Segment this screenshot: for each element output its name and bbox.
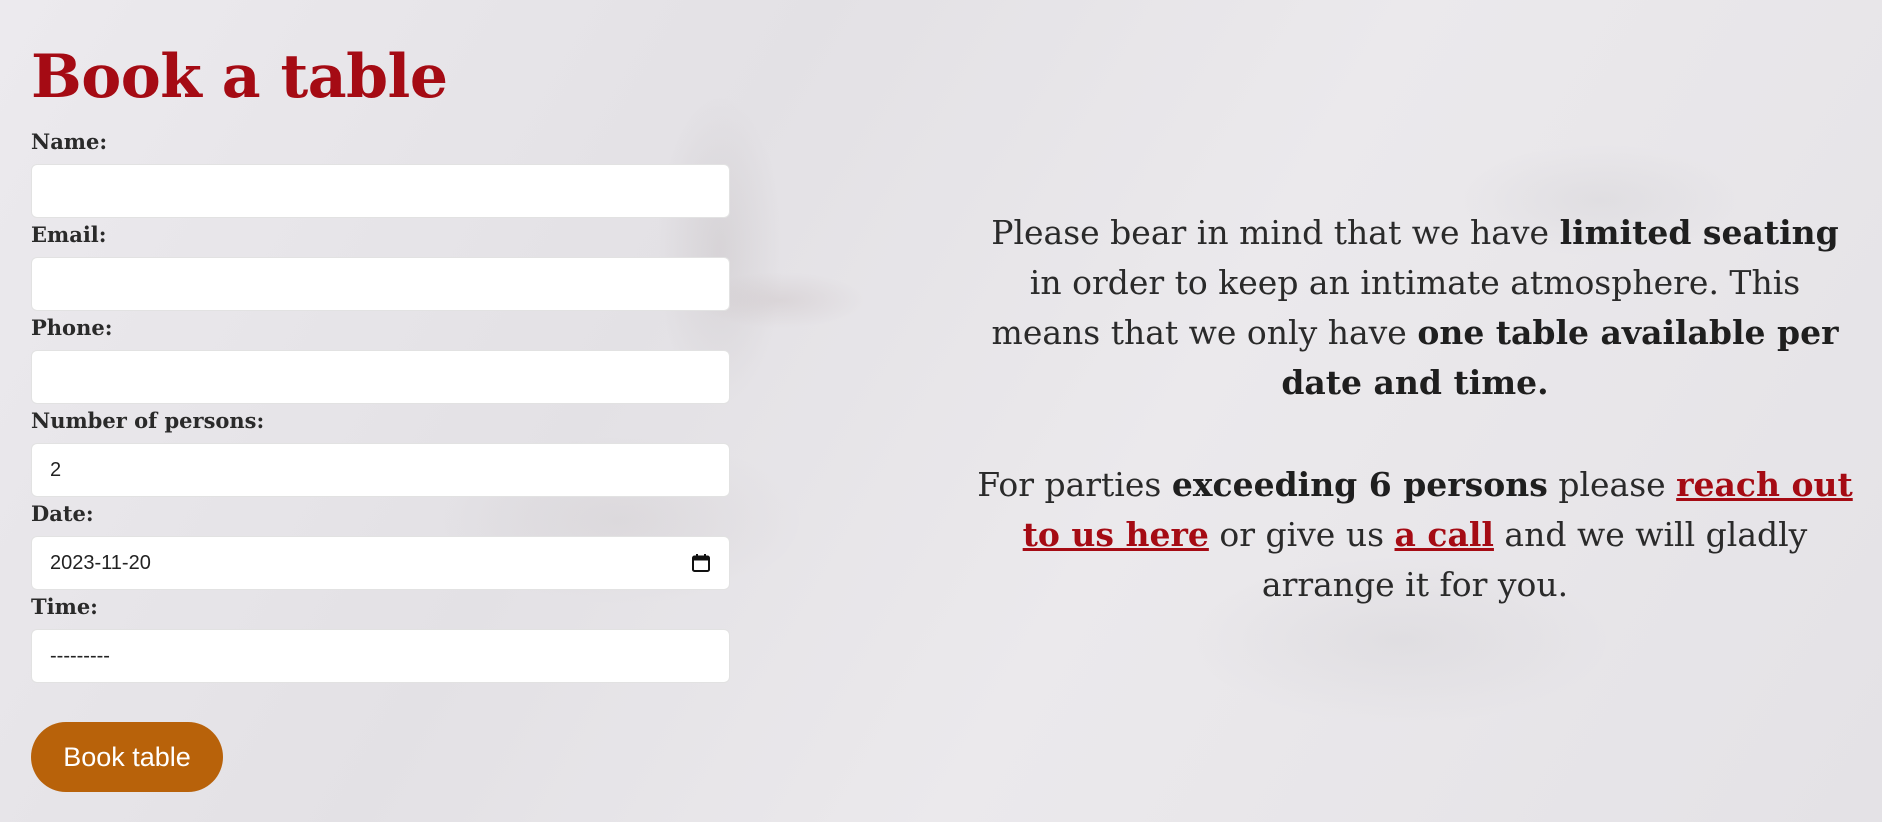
- time-label: Time:: [31, 594, 98, 619]
- phone-label: Phone:: [31, 315, 113, 340]
- email-label: Email:: [31, 222, 107, 247]
- persons-field-group: Number of persons: 2: [31, 407, 730, 497]
- page-title: Book a table: [31, 42, 448, 112]
- party-text-1: For parties: [977, 465, 1172, 504]
- seating-text-1: Please bear in mind that we have: [991, 213, 1560, 252]
- seating-notice: Please bear in mind that we have limited…: [975, 208, 1855, 408]
- call-link[interactable]: a call: [1395, 515, 1494, 554]
- seating-emphasis-1: limited seating: [1559, 213, 1839, 252]
- persons-label: Number of persons:: [31, 408, 265, 433]
- time-value: ---------: [50, 644, 110, 667]
- date-field-group: Date: 2023-11-20: [31, 500, 730, 590]
- time-field-group: Time: ---------: [31, 593, 730, 683]
- party-emphasis: exceeding 6 persons: [1171, 465, 1548, 504]
- email-field-group: Email:: [31, 221, 730, 311]
- persons-value: 2: [50, 458, 62, 481]
- calendar-icon[interactable]: [691, 553, 711, 573]
- party-text-3: or give us: [1208, 515, 1395, 554]
- party-text-2: please: [1547, 465, 1677, 504]
- booking-form: Name: Email: Phone: Number of persons: 2…: [31, 128, 730, 686]
- time-select[interactable]: ---------: [31, 629, 730, 683]
- persons-input[interactable]: 2: [31, 443, 730, 497]
- date-input[interactable]: 2023-11-20: [31, 536, 730, 590]
- phone-field-group: Phone:: [31, 314, 730, 404]
- name-field-group: Name:: [31, 128, 730, 218]
- date-label: Date:: [31, 501, 94, 526]
- email-input[interactable]: [31, 257, 730, 311]
- booking-info: Please bear in mind that we have limited…: [975, 208, 1855, 662]
- date-value: 2023-11-20: [50, 551, 151, 574]
- name-input[interactable]: [31, 164, 730, 218]
- phone-input[interactable]: [31, 350, 730, 404]
- name-label: Name:: [31, 129, 108, 154]
- large-party-notice: For parties exceeding 6 persons please r…: [975, 460, 1855, 610]
- book-table-button[interactable]: Book table: [31, 722, 223, 792]
